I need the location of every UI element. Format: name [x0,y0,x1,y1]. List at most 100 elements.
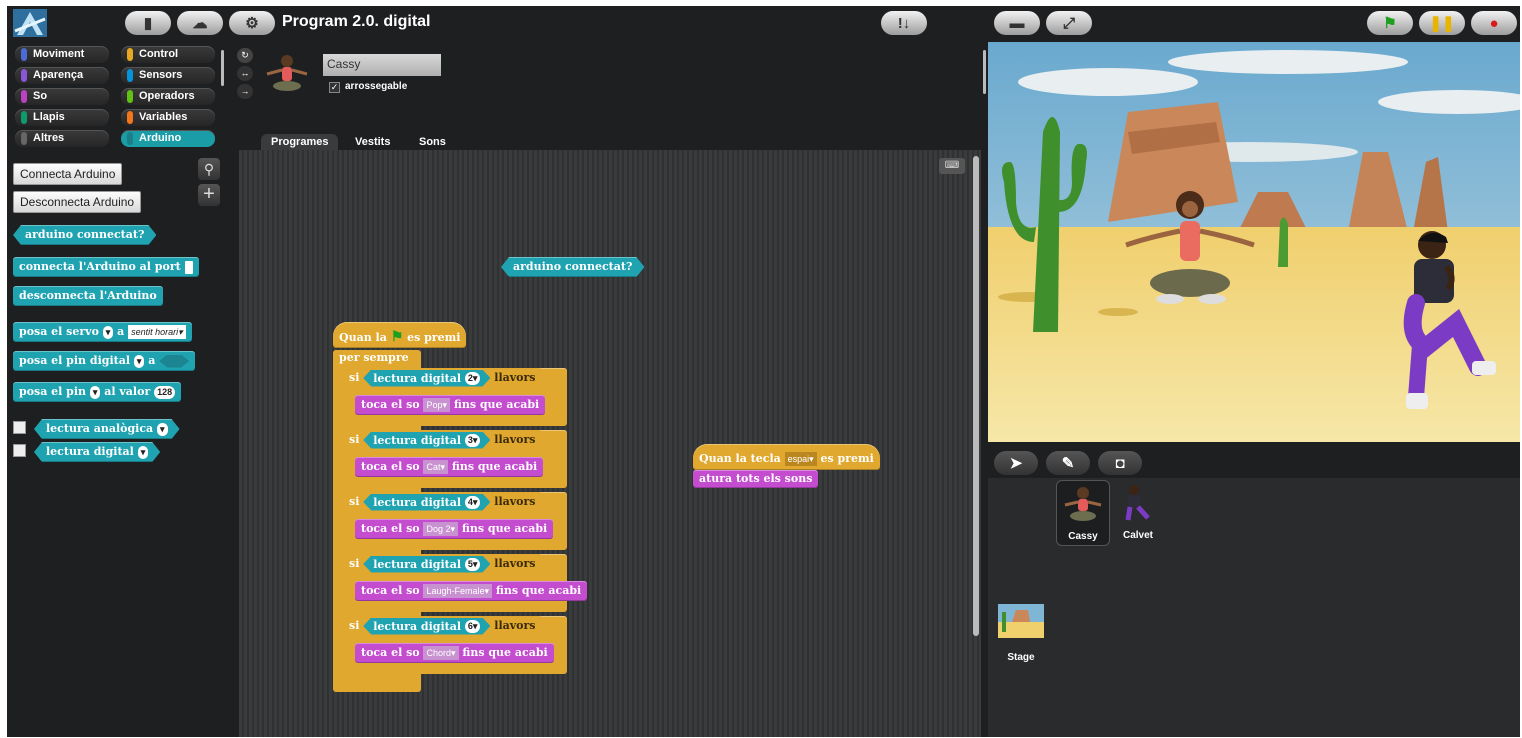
sound-dropdown[interactable]: Pop▾ [423,398,450,412]
add-block-icon[interactable]: + [198,184,220,206]
digital-reading-block[interactable]: lectura digital 3▾ [363,432,490,449]
pin-slot[interactable]: ▾ [133,354,145,368]
digital-reading-block[interactable]: lectura digital 6▾ [363,618,490,635]
pin-slot[interactable]: 2▾ [465,372,481,385]
pin-slot[interactable]: 3▾ [465,434,481,447]
stop-button[interactable]: ● [1471,11,1517,35]
presentation-mode-button[interactable]: ⤢ [1046,11,1092,35]
pin-slot[interactable]: ▾ [138,446,149,459]
digital-reading-block[interactable]: lectura digital 4▾ [363,494,490,511]
if-c-block[interactable]: si lectura digital 5▾ llavors toca el so … [343,554,588,612]
category-altres[interactable]: Altres [15,130,109,147]
set-digital-pin-block[interactable]: posa el pin digital ▾ a [13,351,196,371]
port-slot[interactable] [184,260,193,274]
disconnect-block[interactable]: desconnecta l'Arduino [13,286,163,306]
rotation-style-buttons[interactable]: ↻ ↔ → [237,48,253,104]
project-button[interactable]: ▮ [125,11,171,35]
new-turtle-button[interactable]: ➤ [994,451,1038,475]
pin-slot[interactable]: 4▾ [465,496,481,509]
sound-dropdown[interactable]: Cat▾ [423,460,448,474]
sprite-calvet-on-stage[interactable] [1386,227,1506,422]
analog-reading-block[interactable]: lectura analògica ▾ [34,419,180,439]
draggable-checkbox[interactable]: ✓ [329,82,340,93]
tab-vestits[interactable]: Vestits [345,134,400,151]
arduino-connected-block[interactable]: arduino connectat? [13,225,156,245]
play-sound-until-done-block[interactable]: toca el so Cat▾ fins que acabi [355,457,544,477]
category-moviment[interactable]: Moviment [15,46,109,63]
if-c-block[interactable]: si lectura digital 3▾ llavors toca el so … [343,430,567,488]
tab-programes[interactable]: Programes [261,134,339,151]
pin-slot[interactable]: 6▾ [465,620,481,633]
category-control[interactable]: Control [121,46,215,63]
stop-all-sounds-block[interactable]: atura tots els sons [693,470,819,488]
category-variables[interactable]: Variables [121,109,215,126]
sprite-icon-cassy[interactable]: Cassy [1056,480,1110,546]
servo-direction-dropdown[interactable]: sentit horari▾ [128,325,186,339]
keyboard-icon[interactable]: ⌨ [939,158,965,174]
green-flag-button[interactable]: ⚑ [1367,11,1413,35]
play-sound-until-done-block[interactable]: toca el so Dog 2▾ fins que acabi [355,519,554,539]
digital-watcher-checkbox[interactable] [13,444,26,457]
pin-slot[interactable]: 5▾ [465,558,481,571]
sound-dropdown[interactable]: Chord▾ [423,646,459,660]
sprite-icon-calvet[interactable]: Calvet [1116,480,1160,546]
set-servo-block[interactable]: posa el servo ▾ a sentit horari▾ [13,322,192,342]
digital-reading-block[interactable]: lectura digital ▾ [34,442,160,462]
disconnect-arduino-button[interactable]: Desconnecta Arduino [13,191,142,213]
stage-size-button[interactable]: ▬ [994,11,1040,35]
digital-reading-block[interactable]: lectura digital 2▾ [363,370,490,387]
flip-icon[interactable]: ↔ [237,66,253,81]
category-arduino[interactable]: Arduino [121,130,215,147]
prefer-empty-slot-button[interactable]: !↓ [881,11,927,35]
play-sound-until-done-block[interactable]: toca el so Pop▾ fins que acabi [355,395,546,415]
pane-splitter[interactable] [983,50,986,94]
pause-icon: ❚❚ [1429,15,1455,32]
key-hat-block[interactable]: Quan la tecla espai▾ es premi [693,444,880,470]
pin-slot[interactable]: ▾ [89,385,101,399]
value-slot[interactable]: 128 [154,385,176,399]
if-c-block[interactable]: si lectura digital 6▾ llavors toca el so … [343,616,567,674]
script-scrollbar[interactable] [973,156,979,636]
stage[interactable] [988,42,1520,442]
search-icon[interactable]: ⚲ [198,158,220,180]
green-flag-hat-block[interactable]: Quan la ⚑ es premi [333,322,467,348]
bool-slot[interactable] [159,355,189,368]
paint-new-sprite-button[interactable]: ✎ [1046,451,1090,475]
sound-dropdown[interactable]: Dog 2▾ [423,522,459,536]
play-sound-until-done-block[interactable]: toca el so Chord▾ fins que acabi [355,643,554,663]
if-c-block[interactable]: si lectura digital 4▾ llavors toca el so … [343,492,567,550]
category-operadors[interactable]: Operadors [121,88,215,105]
sprite-cassy-on-stage[interactable] [1120,187,1260,317]
snap-logo[interactable] [13,9,47,37]
loose-arduino-connected-block[interactable]: arduino connectat? [501,257,644,277]
tab-sons[interactable]: Sons [409,134,456,151]
forever-label: per sempre [333,350,415,366]
sound-dropdown[interactable]: Laugh-Female▾ [423,584,493,598]
category-llapis[interactable]: Llapis [15,109,109,126]
sprite-name-label: Calvet [1122,530,1153,541]
settings-button[interactable]: ⚙ [229,11,275,35]
category-aparenca[interactable]: Aparença [15,67,109,84]
analog-watcher-checkbox[interactable] [13,421,26,434]
sprite-name-field[interactable]: Cassy [323,54,441,76]
connect-port-block[interactable]: connecta l'Arduino al port [13,257,199,277]
gear-icon: ⚙ [245,15,259,32]
script-area[interactable]: ⌨ arduino connectat? Quan la ⚑ es premi … [239,150,981,737]
set-pin-value-block[interactable]: posa el pin ▾ al valor 128 [13,382,182,402]
rotate-icon[interactable]: ↻ [237,48,253,63]
pin-slot[interactable]: ▾ [157,423,168,436]
play-sound-until-done-block[interactable]: toca el so Laugh-Female▾ fins que acabi [355,581,588,601]
servo-slot[interactable]: ▾ [102,325,114,339]
category-sensors[interactable]: Sensors [121,67,215,84]
connect-arduino-button[interactable]: Connecta Arduino [13,163,123,185]
camera-sprite-button[interactable]: ◘ [1098,451,1142,475]
key-dropdown[interactable]: espai▾ [784,452,817,466]
digital-reading-block[interactable]: lectura digital 5▾ [363,556,490,573]
cloud-button[interactable]: ☁ [177,11,223,35]
category-scrollbar[interactable] [221,50,224,86]
pause-button[interactable]: ❚❚ [1419,11,1465,35]
stage-icon[interactable]: Stage [998,604,1048,668]
category-so[interactable]: So [15,88,109,105]
if-c-block[interactable]: si lectura digital 2▾ llavors toca el so … [343,368,567,426]
no-rotate-icon[interactable]: → [237,84,253,99]
